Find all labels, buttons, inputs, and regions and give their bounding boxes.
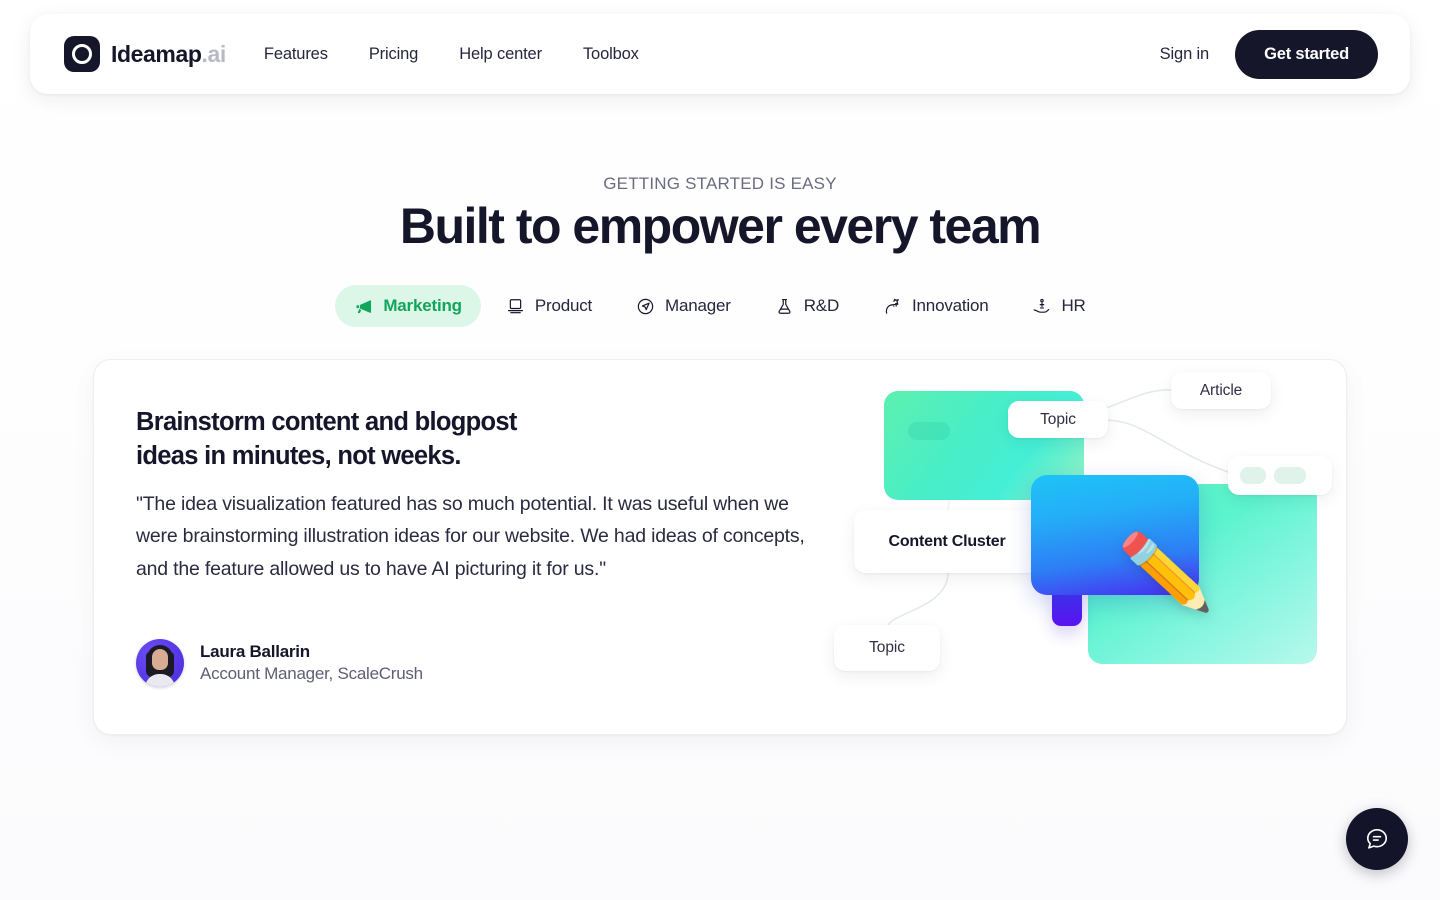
megaphone-icon: [356, 299, 372, 313]
mindmap-node-content-cluster[interactable]: Content Cluster: [854, 510, 1040, 573]
mindmap-node-chips: [1228, 456, 1332, 495]
brand-name: Ideamap.ai: [111, 40, 227, 67]
testimonial-title: Brainstorm content and blogpost ideas in…: [136, 408, 517, 471]
chat-widget-button[interactable]: [1346, 808, 1408, 870]
tab-innovation[interactable]: Innovation: [864, 285, 1007, 327]
testimonial-author: Laura Ballarin Account Manager, ScaleCru…: [136, 639, 423, 687]
mindmap-illustration: Topic Article Content Cluster Topic ✏️: [826, 360, 1346, 734]
author-role: Account Manager, ScaleCrush: [200, 664, 423, 683]
brand-logo[interactable]: Ideamap.ai: [64, 36, 226, 72]
hand-person-icon: [1034, 298, 1050, 313]
tab-label-innovation: Innovation: [912, 296, 989, 315]
get-started-button[interactable]: Get started: [1235, 29, 1378, 79]
tab-rnd[interactable]: R&D: [756, 285, 858, 327]
testimonial-content: Brainstorm content and blogpost ideas in…: [136, 405, 836, 585]
mindmap-node-topic-1[interactable]: Topic: [1008, 401, 1108, 438]
testimonial-quote: "The idea visualization featured has so …: [136, 493, 805, 580]
site-header: Ideamap.ai Features Pricing Help center …: [30, 14, 1410, 94]
sign-in-link[interactable]: Sign in: [1160, 45, 1210, 64]
pencil-icon: ✏️: [1116, 528, 1215, 618]
tab-label-hr: HR: [1061, 296, 1086, 315]
tab-marketing[interactable]: Marketing: [335, 285, 481, 327]
circle-dot-logo-icon: [64, 36, 100, 72]
mindmap-node-topic-2[interactable]: Topic: [834, 625, 940, 671]
tab-label-rnd: R&D: [803, 296, 840, 315]
tab-product[interactable]: Product: [487, 285, 611, 327]
tab-manager[interactable]: Manager: [617, 285, 750, 327]
author-text: Laura Ballarin Account Manager, ScaleCru…: [200, 641, 423, 685]
laptop-icon: [507, 298, 523, 313]
compass-arrow-icon: [637, 298, 654, 314]
chip-placeholder-1: [1240, 467, 1266, 484]
nav-link-toolbox[interactable]: Toolbox: [583, 45, 639, 64]
nav-link-pricing[interactable]: Pricing: [369, 45, 419, 64]
unicorn-icon: [885, 298, 899, 314]
tab-hr[interactable]: HR: [1013, 285, 1104, 327]
main-nav: Features Pricing Help center Toolbox: [264, 45, 639, 64]
nav-link-features[interactable]: Features: [264, 45, 328, 64]
header-actions: Sign in Get started: [1160, 29, 1378, 79]
speech-bubble-tail: [1052, 590, 1082, 626]
chat-bubble-icon: [1366, 828, 1388, 849]
page-title: Built to empower every team: [399, 198, 1042, 254]
hero-eyebrow: GETTING STARTED IS EASY: [603, 174, 837, 193]
persona-tabs: Marketing Product Manager R&D Innovation…: [0, 285, 1440, 327]
brand-name-text: Ideamap: [111, 40, 202, 67]
tab-label-product: Product: [534, 296, 593, 315]
brand-tld-text: .ai: [201, 40, 227, 67]
avatar: [136, 639, 184, 687]
chip-placeholder-2: [1274, 467, 1306, 484]
nav-link-help-center[interactable]: Help center: [459, 45, 542, 64]
mindmap-node-article[interactable]: Article: [1171, 372, 1271, 409]
page-root: Ideamap.ai Features Pricing Help center …: [0, 0, 1440, 900]
author-name: Laura Ballarin: [200, 641, 310, 661]
testimonial-card: Brainstorm content and blogpost ideas in…: [93, 359, 1347, 735]
tab-label-manager: Manager: [665, 296, 731, 315]
flask-icon: [778, 298, 791, 314]
tab-label-marketing: Marketing: [383, 296, 462, 315]
